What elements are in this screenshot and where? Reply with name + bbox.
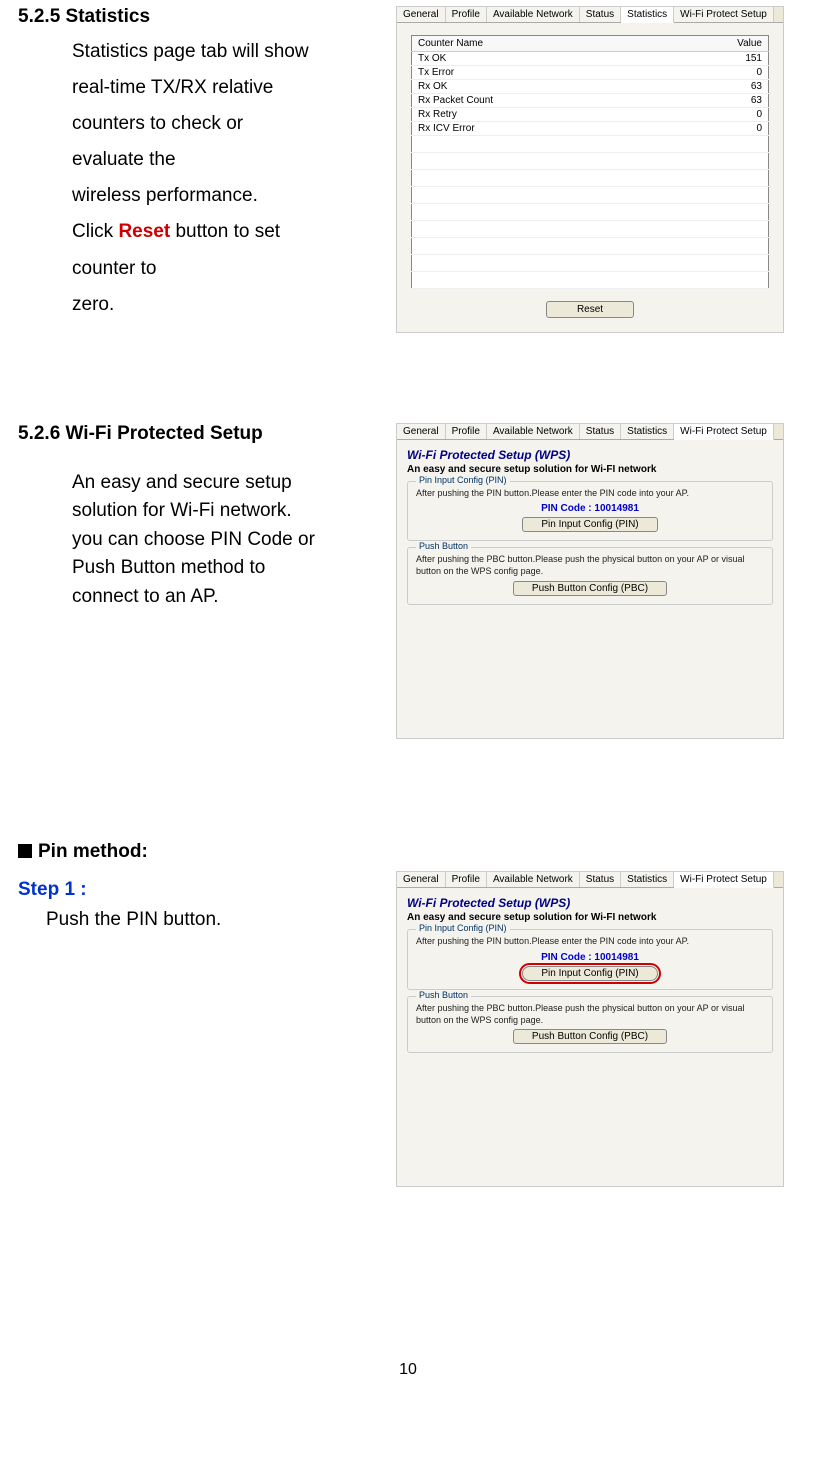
tab-wifi-protect-setup[interactable]: Wi-Fi Protect Setup: [674, 872, 774, 888]
stats-col-value: Value: [662, 36, 769, 52]
wps-tab-control: General Profile Available Network Status…: [396, 423, 784, 739]
stat-row-name: Rx Retry: [412, 108, 662, 122]
wps-tabs: General Profile Available Network Status…: [397, 424, 783, 440]
wps-subtitle: An easy and secure setup solution for Wi…: [407, 912, 773, 923]
section-wps: General Profile Available Network Status…: [18, 423, 798, 612]
paragraph-wps: An easy and secure setup solution for Wi…: [72, 469, 392, 612]
tab-general[interactable]: General: [397, 424, 446, 439]
tab-statistics[interactable]: Statistics: [621, 872, 674, 887]
stat-row-name: Rx OK: [412, 80, 662, 94]
tab-available-network[interactable]: Available Network: [487, 424, 580, 439]
stats-tabs: General Profile Available Network Status…: [397, 7, 783, 23]
stat-row-value: 0: [662, 108, 769, 122]
tab-wifi-protect-setup[interactable]: Wi-Fi Protect Setup: [674, 7, 774, 22]
tab-statistics[interactable]: Statistics: [621, 7, 674, 23]
pin-group-text: After pushing the PIN button.Please ente…: [416, 488, 764, 500]
tab-available-network[interactable]: Available Network: [487, 7, 580, 22]
wps-tab-body: Wi-Fi Protected Setup (WPS) An easy and …: [397, 440, 783, 738]
push-group: Push Button After pushing the PBC button…: [407, 996, 773, 1053]
tab-available-network[interactable]: Available Network: [487, 872, 580, 887]
push-button-config-button[interactable]: Push Button Config (PBC): [513, 1029, 667, 1044]
reset-button[interactable]: Reset: [546, 301, 634, 318]
push-button-config-button[interactable]: Push Button Config (PBC): [513, 581, 667, 596]
wps-pin-tab-body: Wi-Fi Protected Setup (WPS) An easy and …: [397, 888, 783, 1186]
pin-group-text: After pushing the PIN button.Please ente…: [416, 936, 764, 948]
reset-keyword: Reset: [118, 221, 170, 242]
stats-tab-body: Counter Name Value Tx OK151 Tx Error0 Rx…: [397, 23, 783, 332]
stats-table: Counter Name Value Tx OK151 Tx Error0 Rx…: [411, 35, 769, 289]
stat-row-name: Rx ICV Error: [412, 122, 662, 136]
tab-status[interactable]: Status: [580, 7, 621, 22]
wps-title: Wi-Fi Protected Setup (WPS): [407, 896, 773, 910]
stat-row-value: 63: [662, 80, 769, 94]
paragraph-statistics: Statistics page tab will show real-time …: [72, 34, 382, 323]
tab-status[interactable]: Status: [580, 872, 621, 887]
pin-code-label: PIN Code : 10014981: [416, 952, 764, 963]
stat-row-name: Tx Error: [412, 66, 662, 80]
stat-row-value: 0: [662, 66, 769, 80]
page-number: 10: [18, 1361, 798, 1379]
pin-group: Pin Input Config (PIN) After pushing the…: [407, 481, 773, 542]
pin-group-title: Pin Input Config (PIN): [416, 475, 510, 485]
wps-pin-screenshot: General Profile Available Network Status…: [396, 871, 784, 1187]
pin-input-config-button-highlighted[interactable]: Pin Input Config (PIN): [522, 966, 657, 981]
tab-wifi-protect-setup[interactable]: Wi-Fi Protect Setup: [674, 424, 774, 440]
push-group-text: After pushing the PBC button.Please push…: [416, 1003, 764, 1026]
tab-profile[interactable]: Profile: [446, 424, 487, 439]
wps-pin-tab-control: General Profile Available Network Status…: [396, 871, 784, 1187]
stat-row-value: 63: [662, 94, 769, 108]
wps-title: Wi-Fi Protected Setup (WPS): [407, 448, 773, 462]
wps-screenshot: General Profile Available Network Status…: [396, 423, 784, 739]
tab-status[interactable]: Status: [580, 424, 621, 439]
stat-row-name: Tx OK: [412, 52, 662, 66]
push-group-title: Push Button: [416, 990, 471, 1000]
tab-general[interactable]: General: [397, 7, 446, 22]
push-group-text: After pushing the PBC button.Please push…: [416, 554, 764, 577]
pin-group-title: Pin Input Config (PIN): [416, 923, 510, 933]
statistics-screenshot: General Profile Available Network Status…: [396, 6, 784, 333]
pin-code-label: PIN Code : 10014981: [416, 503, 764, 514]
stat-row-value: 151: [662, 52, 769, 66]
stats-tab-control: General Profile Available Network Status…: [396, 6, 784, 333]
stats-col-name: Counter Name: [412, 36, 662, 52]
push-group-title: Push Button: [416, 541, 471, 551]
tab-profile[interactable]: Profile: [446, 7, 487, 22]
wps-subtitle: An easy and secure setup solution for Wi…: [407, 464, 773, 475]
stat-row-value: 0: [662, 122, 769, 136]
square-bullet-icon: [18, 844, 32, 858]
wps-pin-tabs: General Profile Available Network Status…: [397, 872, 783, 888]
tab-profile[interactable]: Profile: [446, 872, 487, 887]
stat-row-name: Rx Packet Count: [412, 94, 662, 108]
pin-method-heading: Pin method:: [18, 841, 798, 863]
tab-statistics[interactable]: Statistics: [621, 424, 674, 439]
section-statistics: General Profile Available Network Status…: [18, 6, 798, 323]
push-group: Push Button After pushing the PBC button…: [407, 547, 773, 604]
pin-group: Pin Input Config (PIN) After pushing the…: [407, 929, 773, 990]
pin-input-config-button[interactable]: Pin Input Config (PIN): [522, 517, 657, 532]
section-pin-method: General Profile Available Network Status…: [18, 841, 798, 931]
tab-general[interactable]: General: [397, 872, 446, 887]
